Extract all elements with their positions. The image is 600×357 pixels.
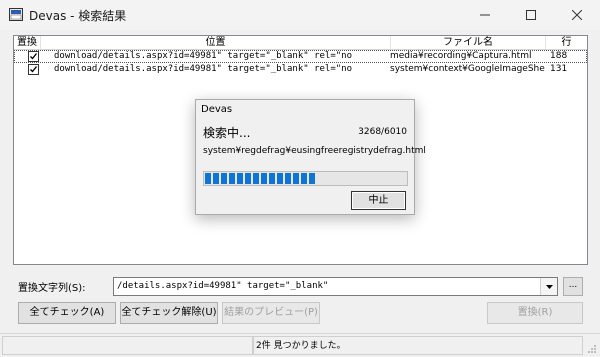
- minimize-icon: [480, 14, 490, 16]
- row-checkbox[interactable]: [28, 64, 39, 75]
- dropdown-arrow-button[interactable]: [540, 278, 557, 295]
- dialog-current-path: system¥regdefrag¥eusingfreeregistrydefra…: [203, 146, 426, 156]
- check-icon: [30, 53, 38, 60]
- row-line: 131: [550, 64, 568, 74]
- preview-button[interactable]: 結果のプレビュー(P): [222, 302, 320, 324]
- status-text: 2件 見つかりました。: [256, 341, 346, 351]
- replace-text-value: /details.aspx?id=49981" target="_blank": [117, 281, 329, 291]
- row-position: download/details.aspx?id=49981" target="…: [54, 64, 353, 74]
- search-results-window: Devas - 検索結果 置換 位置 ファイル名 行 download/deta…: [0, 0, 600, 357]
- progress-fill: [205, 173, 317, 184]
- app-icon: [9, 8, 23, 21]
- status-pane-left: [2, 336, 253, 355]
- list-header: 置換 位置 ファイル名 行: [14, 36, 587, 50]
- maximize-icon: [526, 10, 536, 20]
- column-header-filename[interactable]: ファイル名: [391, 36, 546, 49]
- close-icon: [572, 10, 582, 20]
- dialog-count: 3268/6010: [358, 127, 407, 137]
- close-button[interactable]: [554, 0, 600, 30]
- status-bar: 2件 見つかりました。: [0, 333, 600, 357]
- table-row[interactable]: download/details.aspx?id=49981" target="…: [14, 63, 587, 76]
- replace-button[interactable]: 置換(R): [487, 302, 583, 324]
- chevron-down-icon: [545, 284, 553, 289]
- row-filename: media¥recording¥Captura.html: [390, 51, 532, 61]
- maximize-button[interactable]: [508, 0, 554, 30]
- browse-button[interactable]: ...: [563, 277, 583, 296]
- resize-grip-icon[interactable]: [587, 344, 597, 354]
- row-filename: system¥context¥GoogleImageShell.html: [390, 64, 545, 74]
- replace-text-label: 置換文字列(S):: [18, 283, 86, 294]
- replace-text-combobox[interactable]: /details.aspx?id=49981" target="_blank": [113, 277, 558, 296]
- column-header-replace[interactable]: 置換: [14, 36, 41, 49]
- uncheck-all-button[interactable]: 全てチェック解除(U): [120, 302, 218, 324]
- minimize-button[interactable]: [462, 0, 508, 30]
- row-checkbox[interactable]: [28, 51, 39, 62]
- check-icon: [30, 66, 38, 73]
- dialog-status: 検索中...: [203, 126, 251, 140]
- check-all-button[interactable]: 全てチェック(A): [18, 302, 116, 324]
- dialog-title: Devas: [201, 104, 233, 115]
- row-position: download/details.aspx?id=49981" target="…: [54, 51, 353, 61]
- title-bar[interactable]: Devas - 検索結果: [0, 0, 600, 30]
- search-progress-dialog: Devas 検索中... 3268/6010 system¥regdefrag¥…: [195, 99, 426, 215]
- column-header-line[interactable]: 行: [546, 36, 587, 49]
- progress-bar: [203, 171, 408, 186]
- column-header-position[interactable]: 位置: [41, 36, 391, 49]
- row-line: 188: [550, 51, 568, 61]
- table-row[interactable]: download/details.aspx?id=49981" target="…: [14, 50, 587, 63]
- window-title: Devas - 検索結果: [29, 9, 127, 23]
- stop-button[interactable]: 中止: [351, 191, 406, 210]
